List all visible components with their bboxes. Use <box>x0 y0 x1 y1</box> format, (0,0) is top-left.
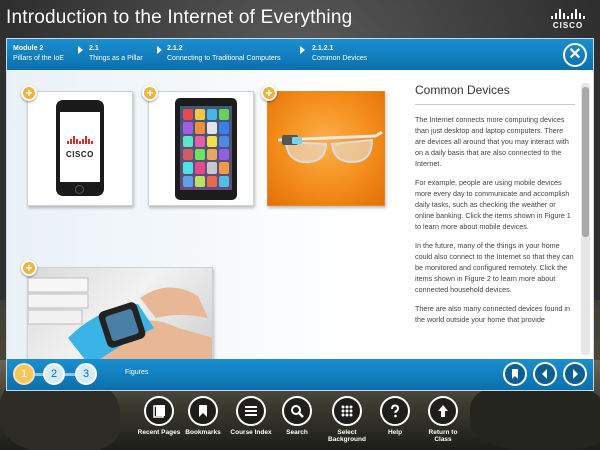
bookmark-icon <box>199 405 207 417</box>
close-icon: ✕ <box>568 46 582 63</box>
expand-figure-plus-icon[interactable]: + <box>261 85 277 101</box>
phone-screen: CISCO <box>60 112 100 182</box>
article-scrollbar[interactable] <box>581 83 590 355</box>
toolbar-label: Recent Pages <box>137 429 181 436</box>
breadcrumb-number: 2.1.2.1 <box>312 45 334 52</box>
breadcrumb-number: Module 2 <box>13 45 44 52</box>
toolbar-label: Course Index <box>230 429 272 436</box>
search-icon <box>291 405 304 418</box>
return-up-arrow-icon <box>438 405 448 417</box>
toolbar-label: Search <box>286 429 308 436</box>
article-text: Common Devices The Internet connects mor… <box>415 83 575 355</box>
breadcrumb-label: Things as a Pillar <box>89 55 143 62</box>
recent-pages-icon <box>153 405 165 418</box>
chevron-left-icon <box>542 369 547 379</box>
next-page-button[interactable] <box>563 362 587 386</box>
chevron-right-icon <box>78 46 83 54</box>
breadcrumb-label: Pillars of the IoE <box>13 55 64 62</box>
cisco-logo-bars-icon <box>548 9 588 19</box>
bookmark-icon <box>512 369 518 379</box>
toolbar-label: Bookmarks <box>185 429 221 436</box>
app-grid <box>180 106 232 190</box>
course-index-button[interactable]: Course Index <box>228 396 274 436</box>
figure-2-button[interactable]: 2 <box>43 363 65 385</box>
bookmarks-button[interactable]: Bookmarks <box>180 396 226 436</box>
article-paragraph: For example, people are using mobile dev… <box>415 178 571 231</box>
bookmark-page-button[interactable] <box>503 362 527 386</box>
breadcrumb-item-topic[interactable]: 2.1.2 Connecting to Traditional Computer… <box>167 44 281 64</box>
help-icon <box>391 404 400 418</box>
figure-card-smartphone[interactable]: CISCO <box>27 91 133 206</box>
figures-label: Figures <box>125 369 149 376</box>
list-icon <box>245 406 257 416</box>
scrollbar-thumb[interactable] <box>582 87 589 237</box>
breadcrumb-item-page[interactable]: 2.1.2.1 Common Devices <box>312 44 367 64</box>
course-toolbar: Recent Pages Bookmarks Course Index Sear… <box>136 396 466 448</box>
expand-figure-plus-icon[interactable]: + <box>142 85 158 101</box>
figure-1-button[interactable]: 1 <box>13 363 35 385</box>
chevron-right-icon <box>573 369 578 379</box>
recent-pages-button[interactable]: Recent Pages <box>136 396 182 436</box>
select-background-button[interactable]: Select Background <box>324 396 370 443</box>
expand-figure-plus-icon[interactable]: + <box>21 260 37 276</box>
figure-card-smart-glasses[interactable] <box>267 91 385 206</box>
previous-page-button[interactable] <box>533 362 557 386</box>
return-to-class-button[interactable]: Return to Class <box>420 396 466 443</box>
tablet-image <box>175 98 237 200</box>
chevron-right-icon <box>157 46 162 54</box>
smartphone-image: CISCO <box>56 100 104 196</box>
article-paragraph: In the future, many of the things in you… <box>415 241 574 294</box>
toolbar-label: Return to Class <box>428 429 458 443</box>
chevron-right-icon <box>300 46 305 54</box>
cisco-logo-bars-icon <box>67 136 93 144</box>
breadcrumb-number: 2.1.2 <box>167 45 183 52</box>
home-button-icon <box>75 185 84 194</box>
grid-dots-icon <box>341 405 353 417</box>
content-area: CISCO + + + + Common Devices The Interne… <box>7 70 593 384</box>
cisco-logo: CISCO <box>548 9 588 30</box>
article-paragraph: There are also many connected devices fo… <box>415 304 571 324</box>
breadcrumb: Module 2 Pillars of the IoE 2.1 Things a… <box>7 39 593 70</box>
course-panel: Module 2 Pillars of the IoE 2.1 Things a… <box>6 38 594 391</box>
breadcrumb-item-section[interactable]: 2.1 Things as a Pillar <box>89 44 143 64</box>
breadcrumb-label: Common Devices <box>312 55 368 62</box>
figure-3-button[interactable]: 3 <box>75 363 97 385</box>
app-title: Introduction to the Internet of Everythi… <box>6 7 353 28</box>
figure-card-tablet[interactable] <box>148 91 254 206</box>
figure-navigation-bar: 1 2 3 Figures <box>7 359 593 390</box>
cisco-logo-word: CISCO <box>552 21 584 30</box>
breadcrumb-label: Connecting to Traditional Computers <box>167 55 281 62</box>
smart-glasses-image <box>277 130 383 164</box>
close-button[interactable]: ✕ <box>563 43 587 67</box>
expand-figure-plus-icon[interactable]: + <box>21 85 37 101</box>
article-paragraph: The Internet connects more computing dev… <box>415 115 569 168</box>
toolbar-label: Help <box>387 429 403 436</box>
toolbar-label: Select Background <box>328 429 366 443</box>
breadcrumb-number: 2.1 <box>89 45 99 52</box>
help-button[interactable]: Help <box>372 396 418 436</box>
phone-logo-text: CISCO <box>66 150 94 159</box>
breadcrumb-item-module[interactable]: Module 2 Pillars of the IoE <box>13 44 64 64</box>
article-heading: Common Devices <box>415 83 575 105</box>
search-button[interactable]: Search <box>274 396 320 436</box>
